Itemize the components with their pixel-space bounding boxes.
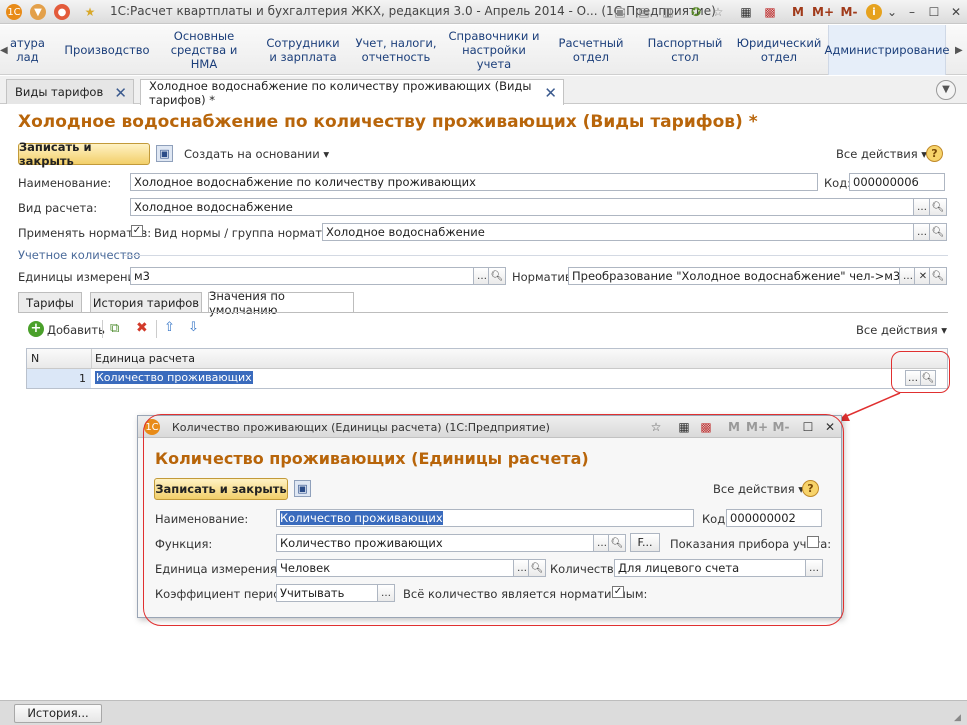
tabs-divider: [18, 312, 948, 313]
tab-label: Виды тарифов: [15, 85, 104, 99]
menu-item-accounting[interactable]: Учет, налоги, отчетность: [352, 25, 440, 75]
stop-icon[interactable]: ●: [54, 4, 70, 20]
menu-item-calc-dept[interactable]: Расчетный отдел: [552, 25, 630, 75]
info-icon[interactable]: i: [866, 4, 882, 20]
save-icon[interactable]: ▣: [156, 145, 173, 162]
menu-item-staff[interactable]: Сотрудники и зарплата: [262, 25, 344, 75]
open-windows-bar: Виды тарифов ✕ Холодное водоснабжение по…: [0, 76, 967, 107]
page-title: Холодное водоснабжение по количеству про…: [18, 112, 758, 132]
tab-tariff-types[interactable]: Виды тарифов ✕: [6, 79, 134, 104]
tabs-dropdown-icon[interactable]: ▼: [936, 80, 956, 100]
units-table: N Единица расчета 1 Количество проживающ…: [26, 348, 948, 389]
scroll-right-icon[interactable]: ▶: [955, 45, 963, 56]
search-icon[interactable]: 🔍︎: [929, 267, 947, 285]
m-icon[interactable]: M: [790, 4, 806, 20]
save-icon[interactable]: ▣: [612, 4, 628, 20]
copy-icon[interactable]: ⧉: [110, 321, 119, 336]
save-and-close-button[interactable]: Записать и закрыть: [18, 140, 150, 168]
create-based-label: Создать на основании: [184, 147, 320, 161]
toolbar-divider: [102, 320, 103, 338]
window-titlebar: 1С ▼ ● ★ 1С:Расчет квартплаты и бухгалте…: [0, 0, 967, 24]
apply-norm-checkbox[interactable]: ✓: [131, 225, 143, 237]
pointer-arrow: [838, 392, 901, 421]
search-icon[interactable]: 🔍︎: [929, 198, 947, 216]
menu-item-references[interactable]: Справочники и настройки учета: [446, 25, 542, 75]
move-down-icon[interactable]: ⇩: [188, 320, 199, 335]
search-icon[interactable]: 🔍︎: [929, 223, 947, 241]
modal-highlight-box: [143, 414, 844, 626]
print-icon[interactable]: ▤: [636, 4, 652, 20]
name-field[interactable]: Холодное водоснабжение по количеству про…: [130, 173, 818, 191]
search-icon[interactable]: 🔍︎: [488, 267, 506, 285]
tab-tariffs[interactable]: Тарифы: [18, 292, 82, 312]
scroll-left-icon[interactable]: ◀: [0, 45, 8, 56]
calc-type-label: Вид расчета:: [18, 201, 98, 215]
column-divider: [91, 349, 92, 368]
preview-icon[interactable]: ▥: [660, 4, 676, 20]
norm-label: Норматив:: [512, 270, 576, 284]
code-label: Код:: [824, 176, 852, 190]
menu-item-administration[interactable]: Администрирование: [825, 25, 950, 75]
menu-item-passport[interactable]: Паспортный стол: [640, 25, 730, 75]
tab-tariff-history[interactable]: История тарифов: [90, 292, 202, 312]
table-header: N Единица расчета: [27, 349, 947, 369]
sections-panel: ◀ атура лад Производство Основные средст…: [0, 25, 967, 75]
table-row[interactable]: 1 Количество проживающих … 🔍︎: [27, 369, 947, 388]
history-icon[interactable]: ☆: [710, 4, 726, 20]
tab-default-values[interactable]: Значения по умолчанию: [208, 289, 354, 317]
resize-grip-icon[interactable]: ◢: [954, 713, 961, 723]
menu-item-production[interactable]: Производство: [62, 25, 152, 75]
m-minus-icon[interactable]: M-: [838, 4, 860, 20]
calc-type-field[interactable]: Холодное водоснабжение: [130, 198, 914, 216]
m-plus-icon[interactable]: M+: [812, 4, 834, 20]
section-title: Учетное количество: [18, 248, 141, 262]
status-bar: История... ◢: [0, 700, 967, 725]
1c-logo-icon[interactable]: 1С: [6, 4, 22, 20]
add-button[interactable]: Добавить: [47, 323, 105, 337]
column-header-n[interactable]: N: [31, 352, 39, 365]
row-number: 1: [79, 372, 86, 385]
menu-item-warehouse[interactable]: атура лад: [10, 25, 56, 75]
units-field[interactable]: м3: [130, 267, 474, 285]
unit-cell[interactable]: Количество проживающих: [95, 371, 253, 384]
menu-dropdown-icon[interactable]: ▼: [30, 4, 46, 20]
info-dropdown-icon[interactable]: ⌄: [884, 4, 900, 20]
close-icon[interactable]: ✕: [544, 84, 557, 102]
history-button[interactable]: История...: [14, 704, 102, 723]
all-actions-button[interactable]: Все действия ▾: [836, 147, 927, 161]
minimize-icon[interactable]: –: [904, 4, 920, 20]
highlight-box: [891, 351, 950, 393]
section-divider: [124, 255, 948, 256]
delete-icon[interactable]: ✖: [136, 320, 148, 336]
add-icon[interactable]: +: [28, 321, 44, 337]
arrow-line: [841, 392, 901, 419]
calculator-icon[interactable]: ▦: [738, 4, 754, 20]
close-icon[interactable]: ✕: [114, 84, 127, 102]
create-based-on-button[interactable]: Создать на основании ▾: [184, 147, 329, 161]
norm-field[interactable]: Преобразование "Холодное водоснабжение" …: [568, 267, 900, 285]
name-label: Наименование:: [18, 176, 112, 190]
close-icon[interactable]: ✕: [948, 4, 964, 20]
column-header-unit[interactable]: Единица расчета: [95, 352, 195, 365]
maximize-icon[interactable]: ☐: [926, 4, 942, 20]
calendar-icon[interactable]: ▩: [762, 4, 778, 20]
grid-all-actions-button[interactable]: Все действия ▾: [856, 323, 947, 337]
all-actions-label: Все действия: [836, 147, 918, 161]
all-actions-label: Все действия: [856, 323, 938, 337]
tab-label: Холодное водоснабжение по количеству про…: [149, 78, 532, 107]
code-field[interactable]: 000000006: [849, 173, 945, 191]
favorites-star-icon[interactable]: ★: [82, 4, 98, 20]
move-up-icon[interactable]: ⇧: [164, 320, 175, 335]
help-button[interactable]: ?: [926, 145, 943, 162]
menu-item-fixed-assets[interactable]: Основные средства и НМА: [156, 25, 252, 75]
units-label: Единицы измерения:: [18, 270, 146, 284]
norm-group-field[interactable]: Холодное водоснабжение: [322, 223, 914, 241]
tab-cold-water-form[interactable]: Холодное водоснабжение по количеству про…: [140, 78, 564, 107]
toolbar-divider: [156, 320, 157, 338]
menu-item-legal[interactable]: Юридический отдел: [736, 25, 822, 75]
add-favorite-icon[interactable]: ✪: [688, 4, 704, 20]
